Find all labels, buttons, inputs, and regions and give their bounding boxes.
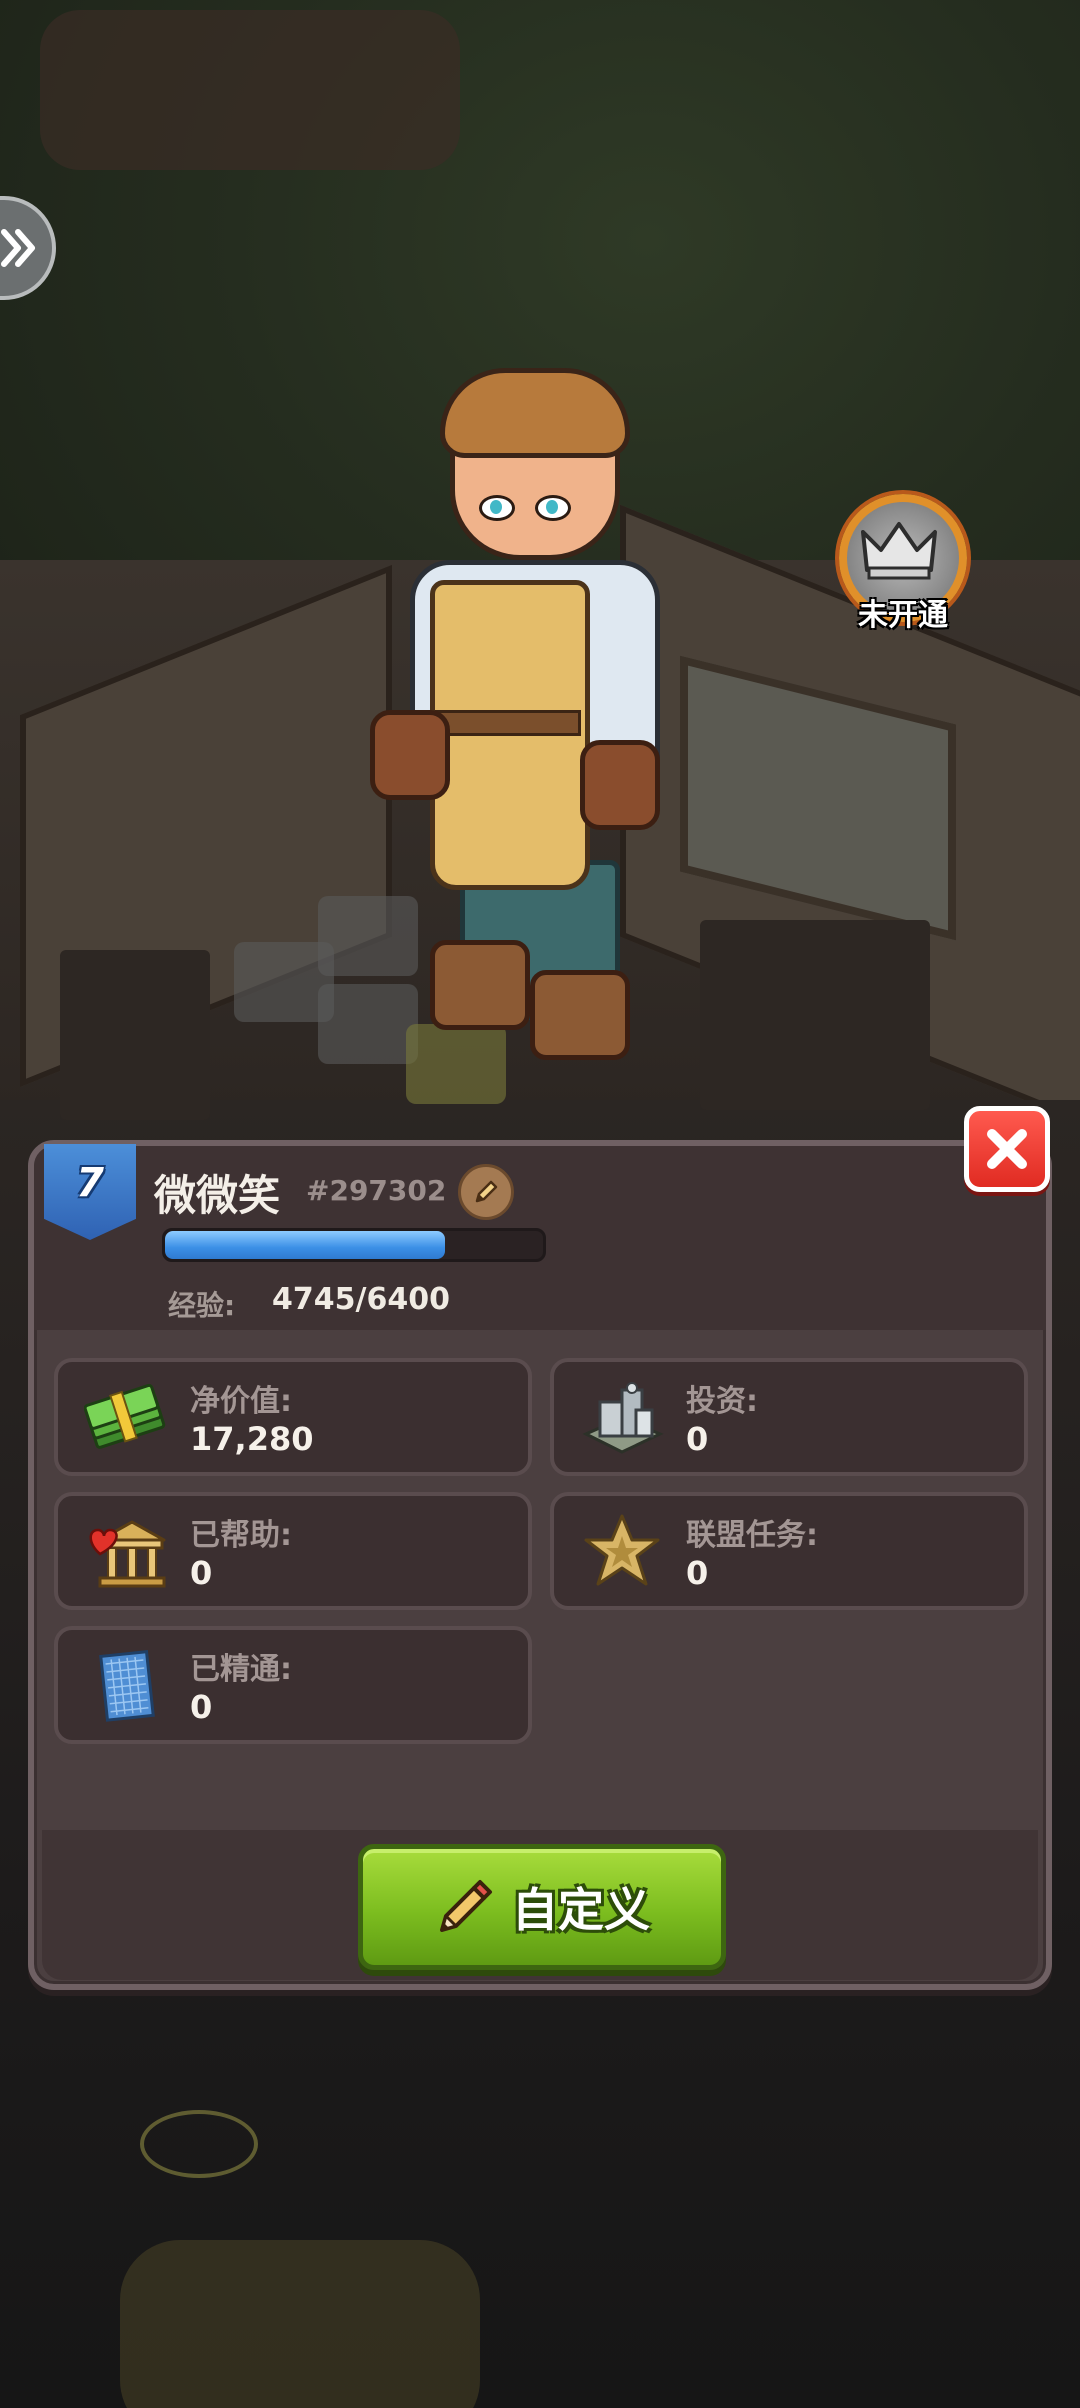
xp-progress-fill — [165, 1231, 445, 1259]
player-name: 微微笑 — [154, 1171, 281, 1220]
blueprint-icon — [99, 1650, 155, 1722]
mastered-label: 已精通: — [190, 1652, 292, 1687]
xp-progress-bar — [162, 1228, 546, 1262]
stat-card-net-worth[interactable]: 净价值: 17,280 — [54, 1358, 532, 1476]
building-icon — [582, 1382, 664, 1454]
character-glove-left — [370, 710, 450, 800]
armor-stand — [700, 920, 930, 1110]
stat-card-investment[interactable]: 投资: 0 — [550, 1358, 1028, 1476]
player-id: #297302 — [306, 1174, 447, 1207]
panel-header: 7 微微笑 #297302 经验: 4745/6400 — [34, 1144, 1046, 1330]
pencil-icon — [440, 1880, 492, 1932]
investment-label: 投资: — [686, 1384, 758, 1419]
charity-heart-icon — [89, 1520, 166, 1588]
crown-privilege-badge[interactable]: 未开通 — [838, 494, 968, 634]
character-eye-right — [535, 495, 571, 521]
cash-stack-icon — [84, 1383, 166, 1449]
character-boot-left — [430, 940, 530, 1030]
character-eye-left — [479, 495, 515, 521]
sheriff-star-icon — [584, 1514, 660, 1586]
pencil-icon — [475, 1180, 498, 1203]
investment-value: 0 — [686, 1420, 709, 1458]
mastered-value: 0 — [190, 1688, 213, 1726]
helped-value: 0 — [190, 1554, 213, 1592]
customize-button-label: 自定义 — [512, 1883, 650, 1937]
double-chevron-icon — [1, 229, 35, 267]
stat-card-mastered[interactable]: 已精通: 0 — [54, 1626, 532, 1744]
weapon-rack — [60, 950, 210, 1120]
crown-badge-label: 未开通 — [858, 598, 948, 633]
close-button[interactable] — [964, 1106, 1050, 1192]
close-icon — [987, 1129, 1027, 1169]
level-badge: 7 — [44, 1144, 136, 1240]
alliance-tasks-value: 0 — [686, 1554, 709, 1592]
player-profile-panel: 7 微微笑 #297302 经验: 4745/6400 净价值: 17,280 — [28, 1140, 1052, 1990]
character-belt — [435, 710, 581, 736]
level-number: 7 — [76, 1160, 104, 1206]
stat-card-alliance-tasks[interactable]: 联盟任务: 0 — [550, 1492, 1028, 1610]
parked-taxi — [120, 2240, 480, 2408]
edit-name-button[interactable] — [458, 1164, 514, 1220]
character-boot-right — [530, 970, 630, 1060]
xp-value: 4745/6400 — [272, 1282, 450, 1317]
customize-button[interactable]: 自定义 — [358, 1844, 726, 1970]
parked-truck — [40, 10, 460, 170]
helped-label: 已帮助: — [190, 1518, 292, 1553]
character-glove-right — [580, 740, 660, 830]
xp-label: 经验: — [168, 1289, 236, 1322]
blacksmith-character[interactable] — [370, 368, 680, 1080]
alliance-tasks-label: 联盟任务: — [686, 1518, 818, 1553]
ground-marker — [140, 2110, 258, 2178]
net-worth-label: 净价值: — [190, 1384, 292, 1419]
stat-card-helped[interactable]: 已帮助: 0 — [54, 1492, 532, 1610]
character-hair — [440, 368, 630, 458]
crown-icon — [861, 522, 937, 580]
net-worth-value: 17,280 — [190, 1420, 314, 1458]
